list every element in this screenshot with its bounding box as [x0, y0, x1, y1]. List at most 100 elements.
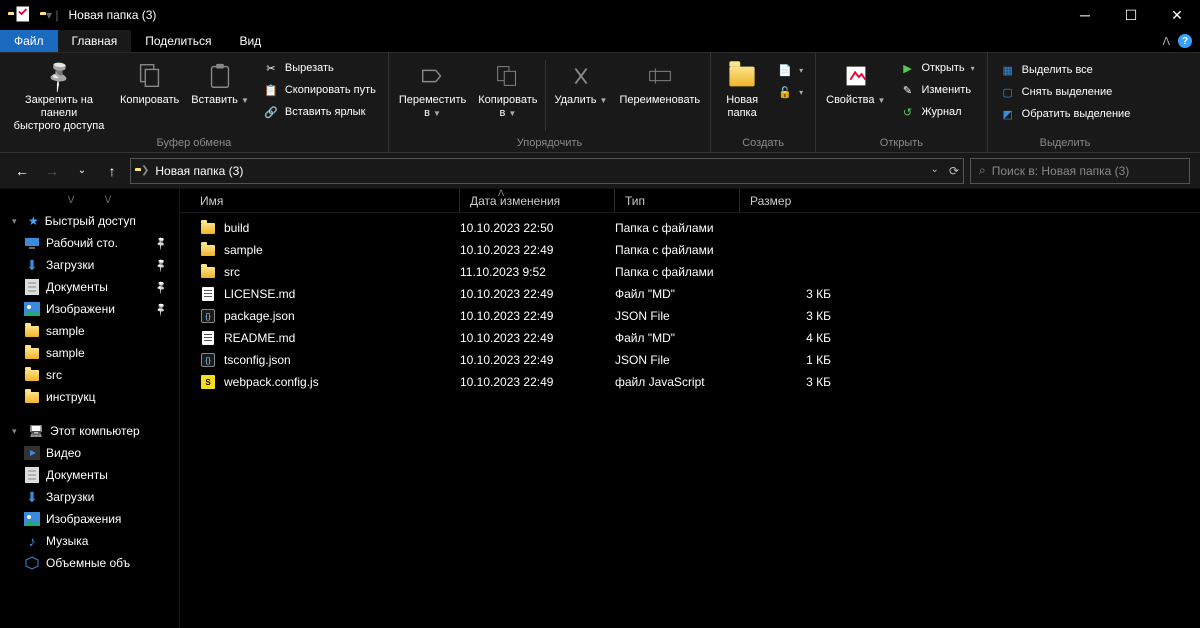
sidebar-item[interactable]: Объемные объ [0, 552, 179, 574]
select-all-button[interactable]: ▦Выделить все [996, 60, 1135, 80]
ribbon-collapse-icon[interactable]: ᐱ [1162, 35, 1170, 48]
column-header-type[interactable]: Тип [615, 189, 740, 212]
recent-locations-button[interactable]: ⌄ [70, 159, 94, 183]
file-icon [200, 242, 216, 258]
breadcrumb-separator-icon[interactable]: ❯ [141, 165, 149, 176]
file-name: build [224, 221, 249, 235]
sidebar-handle-icon[interactable]: ᐯ [105, 195, 112, 206]
delete-button[interactable]: Удалить ▼ [548, 56, 613, 135]
help-icon[interactable]: ? [1178, 34, 1192, 48]
qat-item-icon[interactable] [14, 4, 34, 27]
file-date: 10.10.2023 22:49 [460, 287, 615, 301]
copy-to-button[interactable]: Копировать в ▼ [472, 56, 543, 135]
maximize-button[interactable]: ☐ [1108, 0, 1154, 30]
sidebar-this-pc[interactable]: ▾ 🖥 Этот компьютер [0, 420, 179, 442]
address-dropdown-icon[interactable]: ⌄ [931, 164, 939, 178]
chevron-down-icon[interactable]: ▾ [12, 426, 22, 437]
downloads-icon: ⬇ [24, 489, 40, 505]
file-name: package.json [224, 309, 295, 323]
file-icon: {} [200, 352, 216, 368]
file-date: 10.10.2023 22:49 [460, 243, 615, 257]
sidebar-item[interactable]: Документы [0, 276, 179, 298]
move-to-button[interactable]: Переместить в ▼ [393, 56, 472, 135]
3d-icon [24, 555, 40, 571]
address-bar[interactable]: ❯ Новая папка (3) ⌄ ⟳ [130, 158, 964, 184]
sort-indicator-icon: ᐱ [498, 188, 504, 199]
sidebar-item[interactable]: src [0, 364, 179, 386]
minimize-button[interactable]: ─ [1062, 0, 1108, 30]
file-row[interactable]: build10.10.2023 22:50Папка с файлами [180, 217, 1200, 239]
file-row[interactable]: Swebpack.config.js10.10.2023 22:49файл J… [180, 371, 1200, 393]
paste-button[interactable]: Вставить ▼ [185, 56, 255, 135]
copy-button[interactable]: Копировать [114, 56, 185, 135]
pictures-icon [24, 301, 40, 317]
history-button[interactable]: ↺Журнал [895, 102, 978, 122]
file-row[interactable]: {}tsconfig.json10.10.2023 22:49JSON File… [180, 349, 1200, 371]
column-header-date[interactable]: Дата изменения [460, 189, 615, 212]
column-headers: ᐱ Имя Дата изменения Тип Размер [180, 189, 1200, 213]
rename-button[interactable]: Переименовать [613, 56, 706, 135]
sidebar-item[interactable]: Изображения [0, 508, 179, 530]
search-input[interactable]: ⌕ Поиск в: Новая папка (3) [970, 158, 1190, 184]
file-size: 3 КБ [761, 375, 841, 389]
sidebar-item[interactable]: инструкц [0, 386, 179, 408]
documents-icon [24, 279, 40, 295]
easy-access-button[interactable]: 🔓▾ [773, 82, 807, 102]
file-icon [200, 330, 216, 346]
chevron-down-icon[interactable]: ▾ [12, 216, 22, 227]
invert-selection-button[interactable]: ◩Обратить выделение [996, 104, 1135, 124]
file-type: JSON File [615, 309, 761, 323]
tab-file[interactable]: Файл [0, 30, 58, 52]
close-button[interactable]: ✕ [1154, 0, 1200, 30]
file-list-pane: ᐱ Имя Дата изменения Тип Размер build10.… [180, 189, 1200, 628]
tab-home[interactable]: Главная [58, 30, 132, 52]
refresh-button[interactable]: ⟳ [949, 164, 959, 178]
tab-share[interactable]: Поделиться [131, 30, 225, 52]
file-type: Папка с файлами [615, 243, 761, 257]
sidebar-item[interactable]: ⬇Загрузки [0, 486, 179, 508]
tab-view[interactable]: Вид [225, 30, 275, 52]
file-size: 3 КБ [761, 287, 841, 301]
desktop-icon [24, 235, 40, 251]
edit-button[interactable]: ✎Изменить [895, 80, 978, 100]
file-name: webpack.config.js [224, 375, 319, 389]
folder-icon [24, 367, 40, 383]
cut-button[interactable]: ✂Вырезать [259, 58, 380, 78]
sidebar-item[interactable]: sample [0, 342, 179, 364]
file-row[interactable]: src11.10.2023 9:52Папка с файлами [180, 261, 1200, 283]
column-header-size[interactable]: Размер [740, 189, 820, 212]
sidebar-item[interactable]: ♪Музыка [0, 530, 179, 552]
sidebar-handle-icon[interactable]: ᐯ [68, 195, 75, 206]
select-none-button[interactable]: ▢Снять выделение [996, 82, 1135, 102]
pin-to-quick-access-button[interactable]: 📌 Закрепить на панели быстрого доступа [4, 56, 114, 135]
sidebar-item[interactable]: Изображени [0, 298, 179, 320]
up-button[interactable]: ↑ [100, 159, 124, 183]
sidebar-item[interactable]: Видео [0, 442, 179, 464]
open-button[interactable]: ▶Открыть ▾ [895, 58, 978, 78]
group-label-clipboard: Буфер обмена [4, 135, 384, 152]
back-button[interactable]: ← [10, 159, 34, 183]
copy-path-button[interactable]: 📋Скопировать путь [259, 80, 380, 100]
file-row[interactable]: LICENSE.md10.10.2023 22:49Файл "MD"3 КБ [180, 283, 1200, 305]
file-row[interactable]: {}package.json10.10.2023 22:49JSON File3… [180, 305, 1200, 327]
group-label-new: Создать [715, 135, 811, 152]
file-row[interactable]: README.md10.10.2023 22:49Файл "MD"4 КБ [180, 327, 1200, 349]
sidebar-item[interactable]: Документы [0, 464, 179, 486]
sidebar-item[interactable]: Рабочий сто. [0, 232, 179, 254]
paste-shortcut-button[interactable]: 🔗Вставить ярлык [259, 102, 380, 122]
file-icon: S [200, 374, 216, 390]
new-folder-button[interactable]: Новая папка [715, 56, 769, 135]
sidebar-quick-access[interactable]: ▾ ★ Быстрый доступ [0, 210, 179, 232]
properties-button[interactable]: Свойства ▼ [820, 56, 891, 135]
sidebar-item[interactable]: sample [0, 320, 179, 342]
breadcrumb-current[interactable]: Новая папка (3) [155, 164, 243, 178]
file-row[interactable]: sample10.10.2023 22:49Папка с файлами [180, 239, 1200, 261]
forward-button[interactable]: → [40, 159, 64, 183]
file-date: 11.10.2023 9:52 [460, 265, 615, 279]
file-name: src [224, 265, 240, 279]
file-type: Файл "MD" [615, 331, 761, 345]
sidebar-item[interactable]: ⬇Загрузки [0, 254, 179, 276]
column-header-name[interactable]: Имя [180, 189, 460, 212]
ribbon-group-open: Свойства ▼ ▶Открыть ▾ ✎Изменить ↺Журнал … [816, 53, 988, 152]
new-item-button[interactable]: 📄▾ [773, 60, 807, 80]
